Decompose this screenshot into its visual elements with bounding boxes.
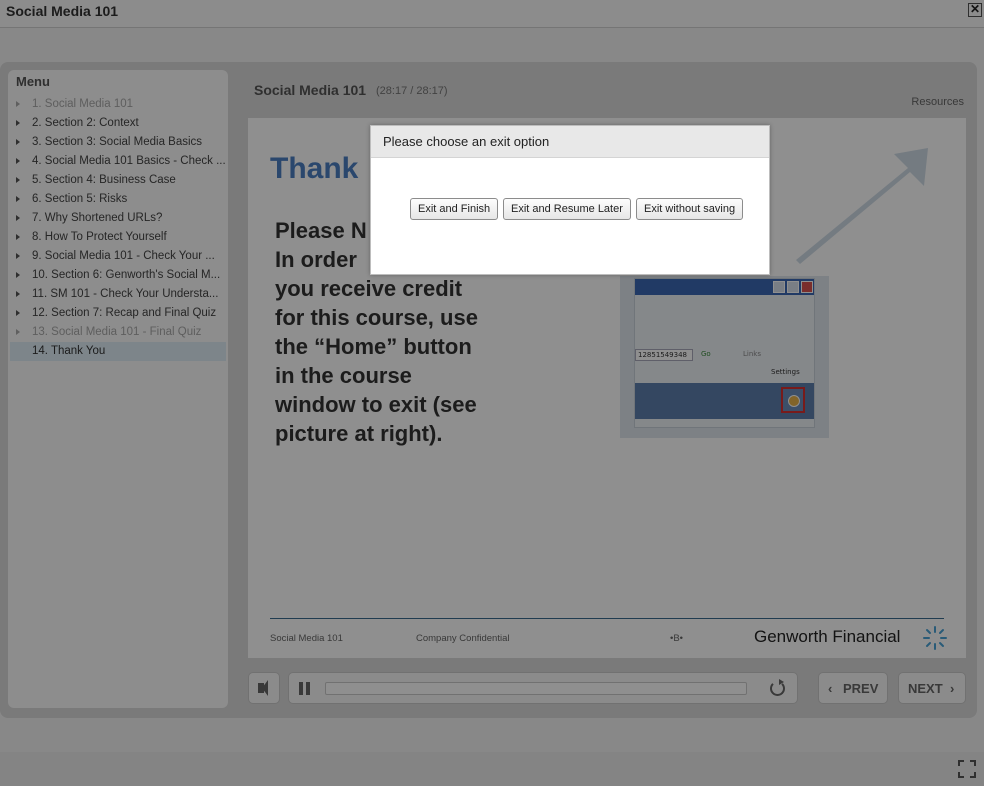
exit-dialog: Please choose an exit option Exit and Fi…	[370, 125, 770, 275]
exit-and-finish-button[interactable]: Exit and Finish	[410, 198, 499, 220]
exit-without-saving-button[interactable]: Exit without saving	[636, 198, 744, 220]
dialog-header: Please choose an exit option	[371, 126, 769, 158]
exit-and-resume-later-button[interactable]: Exit and Resume Later	[503, 198, 631, 220]
dialog-title: Please choose an exit option	[383, 134, 550, 149]
modal-overlay	[0, 0, 984, 786]
